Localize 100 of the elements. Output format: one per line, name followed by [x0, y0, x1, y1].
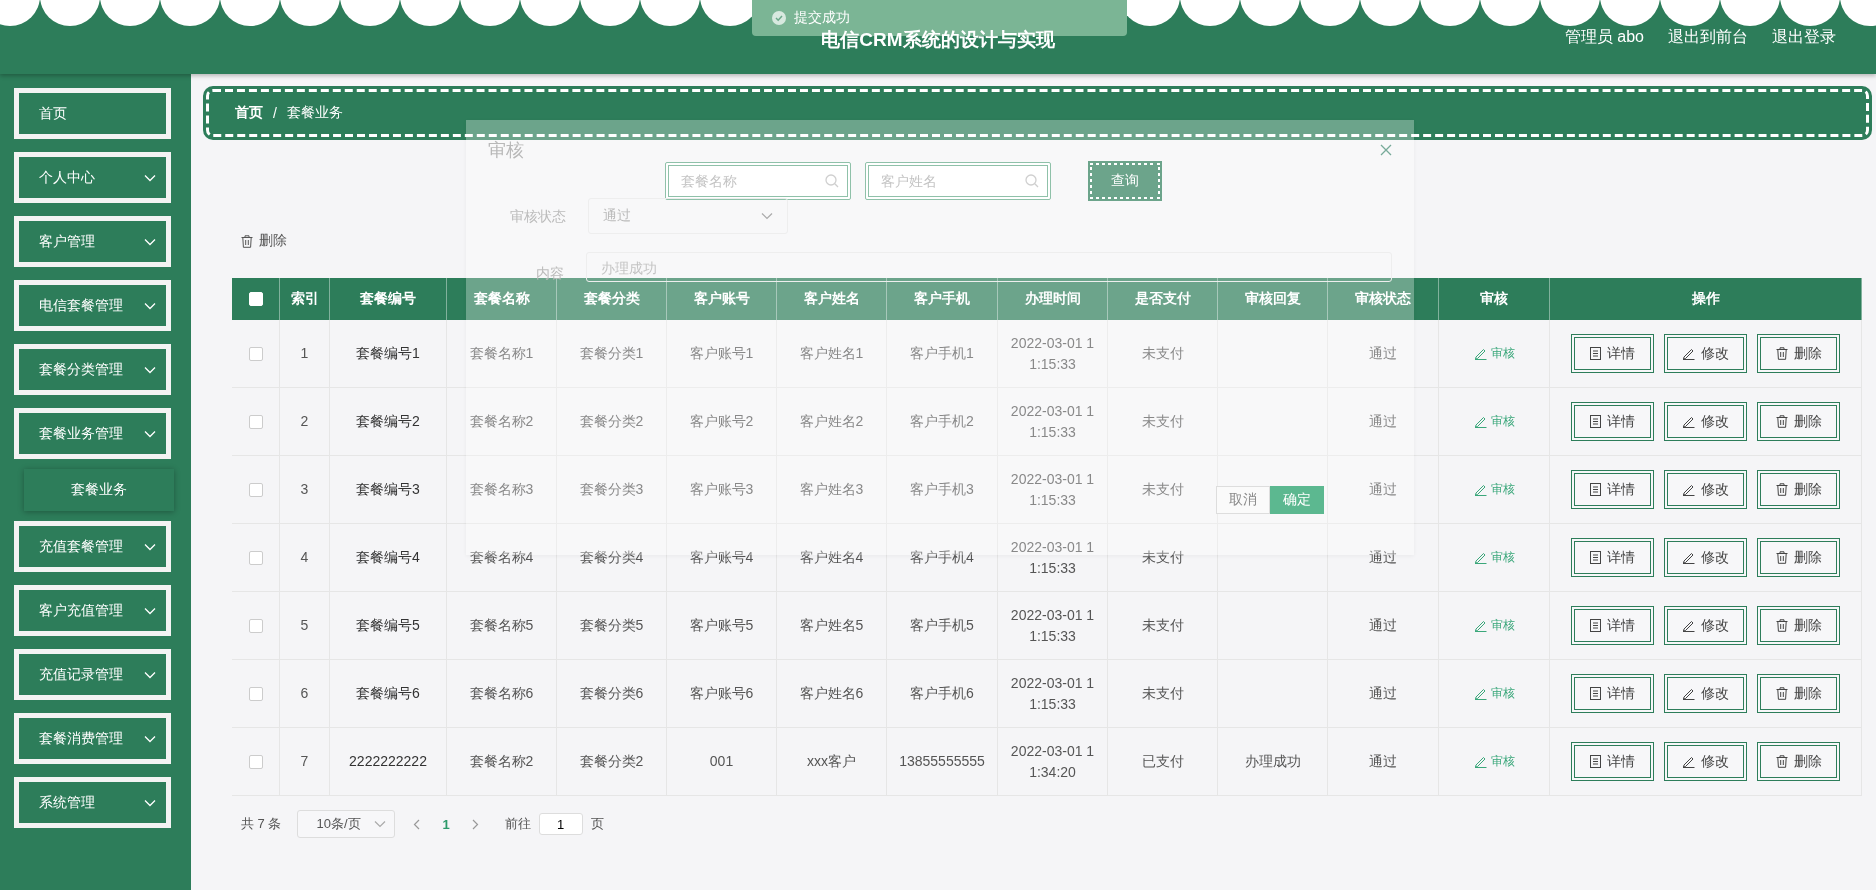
table-cell-text: 客户账号4: [689, 548, 754, 567]
column-header: 客户手机: [913, 290, 971, 308]
table-cell-text: 2022-03-01 11:34:20: [1010, 741, 1095, 782]
review-link[interactable]: 审核: [1473, 481, 1515, 498]
review-link[interactable]: 审核: [1473, 549, 1515, 566]
table-cell-text: 套餐名称1: [469, 344, 534, 363]
page-input[interactable]: 1: [538, 813, 583, 835]
check-circle-icon: [772, 11, 786, 25]
table-cell-text: 客户手机6: [910, 684, 974, 703]
table-cell-text: 客户账号6: [689, 684, 754, 703]
document-icon: [1590, 687, 1601, 700]
table-cell-text: 4: [300, 548, 309, 567]
document-icon: [1590, 347, 1601, 360]
chevron-right-icon: [471, 818, 479, 830]
header-link[interactable]: 退出登录: [1772, 27, 1836, 48]
checkbox[interactable]: [248, 346, 263, 361]
table-cell-text: 办理成功: [1244, 752, 1301, 771]
search-field[interactable]: 套餐名称: [664, 162, 851, 200]
sidebar-item[interactable]: 电信套餐管理: [14, 280, 171, 331]
detail-button[interactable]: 详情: [1571, 402, 1654, 441]
chevron-down-icon: [144, 734, 156, 743]
search-button[interactable]: 查询: [1088, 162, 1161, 200]
page-label: 页: [590, 815, 604, 833]
checkbox[interactable]: [248, 482, 263, 497]
checkbox[interactable]: [248, 414, 263, 429]
table-cell-text: 1: [300, 344, 309, 363]
header-link[interactable]: 退出到前台: [1668, 27, 1748, 48]
detail-button[interactable]: 详情: [1571, 674, 1654, 713]
dialog-title: 审核: [488, 139, 524, 162]
edit-button[interactable]: 修改: [1664, 402, 1747, 441]
trash-icon: [1775, 415, 1788, 428]
trash-icon: [1775, 687, 1788, 700]
delete-button[interactable]: 删除: [1757, 674, 1840, 713]
search-field[interactable]: 客户姓名: [864, 162, 1051, 200]
pencil-icon: [1473, 687, 1487, 700]
page-number[interactable]: 1: [438, 816, 454, 832]
checkbox[interactable]: [248, 550, 263, 565]
sidebar-item[interactable]: 个人中心: [14, 152, 171, 203]
edit-button[interactable]: 修改: [1664, 606, 1747, 645]
table-cell-text: 客户姓名1: [799, 344, 864, 363]
delete-button[interactable]: 删除: [1757, 742, 1840, 781]
delete-button[interactable]: 删除: [1757, 606, 1840, 645]
checkbox[interactable]: [248, 754, 263, 769]
review-link[interactable]: 审核: [1473, 413, 1515, 430]
pencil-icon: [1473, 415, 1487, 428]
edit-button[interactable]: 修改: [1664, 334, 1747, 373]
sidebar-item[interactable]: 系统管理: [14, 777, 171, 828]
edit-button[interactable]: 修改: [1664, 470, 1747, 509]
detail-button[interactable]: 详情: [1571, 538, 1654, 577]
review-link[interactable]: 审核: [1473, 345, 1515, 362]
table-cell-text: 通过: [1369, 684, 1397, 703]
table-cell-text: 客户账号5: [689, 616, 754, 635]
sidebar-item[interactable]: 套餐业务管理: [14, 408, 171, 459]
table-cell-text: 未支付: [1141, 344, 1184, 363]
pencil-icon: [1473, 619, 1487, 632]
delete-button[interactable]: 删除: [1757, 334, 1840, 373]
review-link[interactable]: 审核: [1473, 617, 1515, 634]
detail-button[interactable]: 详情: [1571, 470, 1654, 509]
close-icon: [1380, 144, 1392, 156]
page-size-select[interactable]: 10条/页: [297, 810, 396, 838]
table-cell-text: 套餐编号3: [356, 480, 420, 499]
chevron-down-icon: [144, 365, 156, 374]
field-label: 审核状态: [509, 207, 566, 226]
table-cell-text: 套餐分类4: [579, 548, 644, 567]
detail-button[interactable]: 详情: [1571, 742, 1654, 781]
breadcrumb-item[interactable]: 首页: [235, 104, 263, 122]
delete-button[interactable]: 删除: [1757, 538, 1840, 577]
table-cell-text: 套餐名称6: [469, 684, 534, 703]
checkbox[interactable]: [248, 686, 263, 701]
delete-button[interactable]: 删除: [1757, 402, 1840, 441]
pencil-icon: [1682, 619, 1695, 632]
chevron-down-icon: [144, 429, 156, 438]
table-cell-text: 2022-03-01 11:15:33: [1010, 605, 1095, 646]
review-link[interactable]: 审核: [1473, 753, 1515, 770]
sidebar-item[interactable]: 充值套餐管理: [14, 521, 171, 572]
sidebar-item[interactable]: 客户管理: [14, 216, 171, 267]
table-cell-text: 001: [709, 752, 734, 771]
review-link[interactable]: 审核: [1473, 685, 1515, 702]
delete-button[interactable]: 删除: [1757, 470, 1840, 509]
edit-button[interactable]: 修改: [1664, 742, 1747, 781]
sidebar-item[interactable]: 充值记录管理: [14, 649, 171, 700]
sidebar-item[interactable]: 套餐分类管理: [14, 344, 171, 395]
delete-button[interactable]: 删除: [241, 232, 287, 250]
sidebar-item[interactable]: 套餐消费管理: [14, 713, 171, 764]
detail-button[interactable]: 详情: [1571, 334, 1654, 373]
detail-button[interactable]: 详情: [1571, 606, 1654, 645]
sidebar-item[interactable]: 客户充值管理: [14, 585, 171, 636]
cancel-button[interactable]: 取消: [1216, 486, 1270, 514]
checkbox[interactable]: [248, 618, 263, 633]
sidebar-item[interactable]: 首页: [14, 88, 171, 139]
edit-button[interactable]: 修改: [1664, 538, 1747, 577]
document-icon: [1590, 551, 1601, 564]
table-cell-text: 套餐编号4: [356, 548, 420, 567]
table-cell-text: 未支付: [1141, 412, 1184, 431]
table-cell-text: 套餐分类5: [579, 616, 644, 635]
sidebar-subitem[interactable]: 套餐业务: [24, 469, 174, 511]
edit-button[interactable]: 修改: [1664, 674, 1747, 713]
close-button[interactable]: [1380, 144, 1392, 156]
chevron-down-icon: [144, 542, 156, 551]
column-header: 套餐分类: [582, 290, 641, 308]
